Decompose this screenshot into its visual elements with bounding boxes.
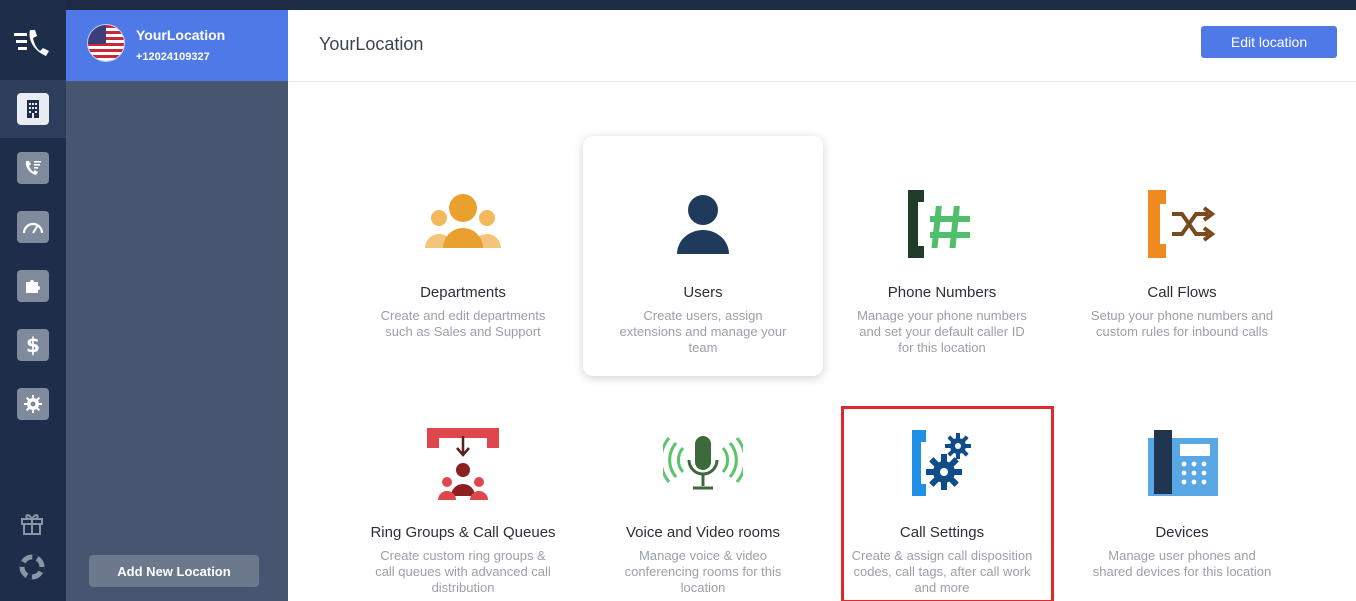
tile-voice-video-rooms[interactable]: Voice and Video rooms Manage voice & vid… bbox=[583, 376, 823, 601]
location-sidebar: YourLocation +12024109327 Add New Locati… bbox=[66, 10, 288, 601]
top-strip bbox=[0, 0, 1356, 10]
tile-departments[interactable]: Departments Create and edit departments … bbox=[343, 136, 583, 376]
rail-item-locations[interactable] bbox=[0, 80, 66, 138]
highlight-box bbox=[841, 406, 1054, 601]
location-card[interactable]: YourLocation +12024109327 bbox=[66, 10, 288, 81]
icon-rail: $ bbox=[0, 0, 66, 601]
rail-item-integrations[interactable] bbox=[0, 257, 66, 315]
tile-title: Ring Groups & Call Queues bbox=[370, 524, 556, 541]
desk-phone-icon bbox=[1142, 426, 1222, 506]
call-log-icon bbox=[17, 152, 49, 184]
tile-title: Users bbox=[683, 284, 723, 301]
gift-icon[interactable] bbox=[17, 508, 47, 538]
tile-phone-numbers[interactable]: Phone Numbers Manage your phone numbers … bbox=[822, 136, 1062, 376]
building-icon bbox=[17, 93, 49, 125]
rail-item-call-log[interactable] bbox=[0, 139, 66, 197]
add-new-location-button[interactable]: Add New Location bbox=[89, 555, 259, 587]
tile-description: Create and edit departments such as Sale… bbox=[380, 308, 546, 339]
gear-icon bbox=[17, 388, 49, 420]
tile-devices[interactable]: Devices Manage user phones and shared de… bbox=[1062, 376, 1302, 601]
dashboard-icon bbox=[17, 211, 49, 243]
edit-location-button[interactable]: Edit location bbox=[1201, 26, 1337, 58]
tile-description: Manage your phone numbers and set your d… bbox=[857, 308, 1027, 355]
app-logo-icon[interactable] bbox=[12, 24, 52, 64]
dollar-icon: $ bbox=[17, 329, 49, 361]
support-icon[interactable] bbox=[17, 552, 47, 582]
tile-description: Manage user phones and shared devices fo… bbox=[1092, 548, 1272, 579]
shuffle-phone-icon bbox=[1142, 186, 1222, 266]
page-title: YourLocation bbox=[319, 34, 424, 54]
rail-item-billing[interactable]: $ bbox=[0, 316, 66, 374]
departments-icon bbox=[423, 186, 503, 266]
rail-item-settings[interactable] bbox=[0, 375, 66, 433]
location-phone: +12024109327 bbox=[136, 51, 210, 63]
tile-title: Call Flows bbox=[1147, 284, 1217, 301]
tile-description: Create custom ring groups & call queues … bbox=[375, 548, 551, 595]
us-flag-icon bbox=[87, 24, 125, 62]
tile-title: Phone Numbers bbox=[887, 284, 997, 301]
ring-group-icon bbox=[423, 426, 503, 506]
user-icon bbox=[663, 186, 743, 266]
tile-title: Voice and Video rooms bbox=[626, 524, 780, 541]
tile-description: Setup your phone numbers and custom rule… bbox=[1090, 308, 1274, 339]
phone-hash-icon bbox=[902, 186, 982, 266]
tile-ring-groups[interactable]: Ring Groups & Call Queues Create custom … bbox=[343, 376, 583, 601]
microphone-icon bbox=[659, 426, 747, 506]
location-name: YourLocation bbox=[136, 27, 226, 43]
tile-users[interactable]: Users Create users, assign extensions an… bbox=[583, 136, 823, 376]
tile-title: Devices bbox=[1155, 524, 1209, 541]
tile-call-flows[interactable]: Call Flows Setup your phone numbers and … bbox=[1062, 136, 1302, 376]
main-content: YourLocation Edit location Departments C… bbox=[288, 10, 1356, 601]
tile-description: Manage voice & video conferencing rooms … bbox=[624, 548, 782, 595]
puzzle-icon bbox=[17, 270, 49, 302]
page-header: YourLocation Edit location bbox=[288, 10, 1356, 82]
tile-title: Departments bbox=[420, 284, 506, 301]
rail-item-dashboard[interactable] bbox=[0, 198, 66, 256]
tile-description: Create users, assign extensions and mana… bbox=[619, 308, 787, 355]
